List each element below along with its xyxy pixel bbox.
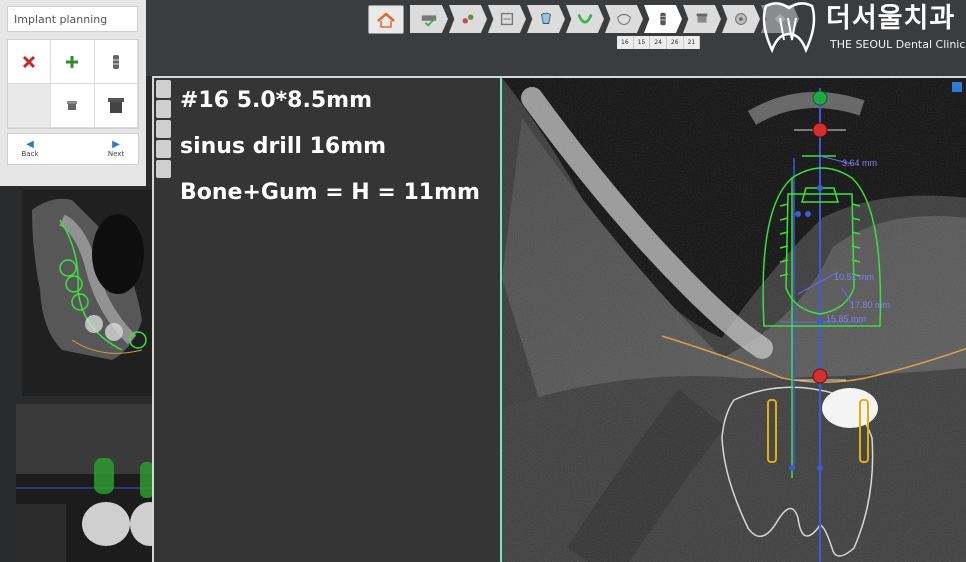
back-button[interactable]: ◀ Back [8, 134, 52, 164]
arrow-right-icon: ▶ [112, 139, 120, 150]
axial-ct-image [22, 190, 152, 396]
implant-size-note: #16 5.0*8.5mm [180, 88, 373, 113]
next-label: Next [107, 150, 125, 158]
add-implant-button[interactable] [51, 40, 95, 84]
panoramic-icon [500, 12, 514, 26]
cross-section-viewport[interactable]: #16 5.0*8.5mm sinus drill 16mm Bone+Gum … [152, 76, 966, 562]
step-crown[interactable] [605, 5, 643, 33]
step-navigation: ◀ Back ▶ Next [7, 133, 139, 165]
tooth-number[interactable]: 26 [667, 36, 684, 49]
step-implant[interactable] [644, 5, 682, 33]
tooth-number[interactable]: 16 [617, 36, 634, 49]
add-icon [66, 55, 79, 68]
maximize-icon[interactable] [952, 82, 962, 92]
home-icon [377, 11, 395, 28]
arch-icon [577, 13, 593, 24]
empty-tool-slot [8, 84, 52, 128]
clinic-name-english: THE SEOUL Dental Clinic [830, 38, 966, 51]
abutment-icon [67, 100, 78, 110]
tooth-number[interactable]: 15 [634, 36, 651, 49]
step-arch[interactable] [566, 5, 604, 33]
measurement-label: 17.80 mm [850, 300, 890, 310]
implant-planning-panel: Implant planning ◀ Back ▶ Next [0, 0, 146, 186]
viewport-toolbar [154, 78, 172, 178]
delete-implant-button[interactable] [8, 40, 52, 84]
implant-icon [660, 12, 666, 26]
delete-icon [23, 55, 36, 68]
abutment-icon [696, 13, 708, 23]
arrow-left-icon: ◀ [26, 139, 34, 150]
clinic-name-korean: 더서울치과 [826, 3, 956, 34]
step-abutment[interactable] [683, 5, 721, 33]
sinus-icon [540, 12, 552, 24]
measurement-label: 3.64 mm [842, 158, 877, 168]
crown-tool-button[interactable] [94, 84, 138, 128]
implant-list-icon [421, 15, 437, 27]
implant-icon [112, 54, 119, 69]
document-icon[interactable] [156, 80, 171, 98]
sleeve-icon [735, 13, 747, 25]
ct-cross-section-image: 3.64 mm 10.51 mm 17.80 mm 15.85 mm [502, 78, 966, 562]
abutment-tool-button[interactable] [51, 84, 95, 128]
height-note: Bone+Gum = H = 11mm [180, 180, 480, 205]
tooth-logo-icon [762, 2, 816, 54]
step-panoramic[interactable] [488, 5, 526, 33]
axial-view-thumbnail[interactable] [22, 190, 152, 396]
implant-tool-button[interactable] [94, 40, 138, 84]
plan-annotation: #16 5.0*8.5mm sinus drill 16mm Bone+Gum … [180, 84, 480, 222]
panoramic-view-thumbnail[interactable] [16, 404, 153, 562]
step-nerve[interactable] [449, 5, 487, 33]
clinic-brand: 더서울치과 THE SEOUL Dental Clinic [758, 0, 966, 56]
workflow-steps [410, 4, 800, 34]
tooth-number-bar: 16 15 24 26 21 [617, 36, 701, 49]
crown-icon [107, 97, 124, 113]
crown-icon [617, 14, 631, 25]
drill-note: sinus drill 16mm [180, 134, 387, 159]
step-implant-list[interactable] [410, 5, 448, 33]
layers-icon[interactable] [156, 160, 171, 178]
angle-icon[interactable] [156, 120, 171, 138]
bone-density-icon[interactable] [156, 140, 171, 158]
step-sleeve[interactable] [722, 5, 760, 33]
measure-icon[interactable] [156, 100, 171, 118]
tooth-number[interactable]: 21 [684, 36, 701, 49]
measurement-label: 15.85 mm [826, 314, 866, 324]
panel-title: Implant planning [7, 6, 138, 32]
planning-tools [7, 39, 139, 129]
panoramic-ct-image [16, 404, 153, 562]
home-button[interactable] [368, 5, 404, 34]
nerve-icon [462, 14, 474, 24]
tooth-number[interactable]: 24 [650, 36, 667, 49]
next-button[interactable]: ▶ Next [94, 134, 138, 164]
measurement-label: 10.51 mm [834, 272, 874, 282]
back-label: Back [21, 150, 39, 158]
step-sinus[interactable] [527, 5, 565, 33]
